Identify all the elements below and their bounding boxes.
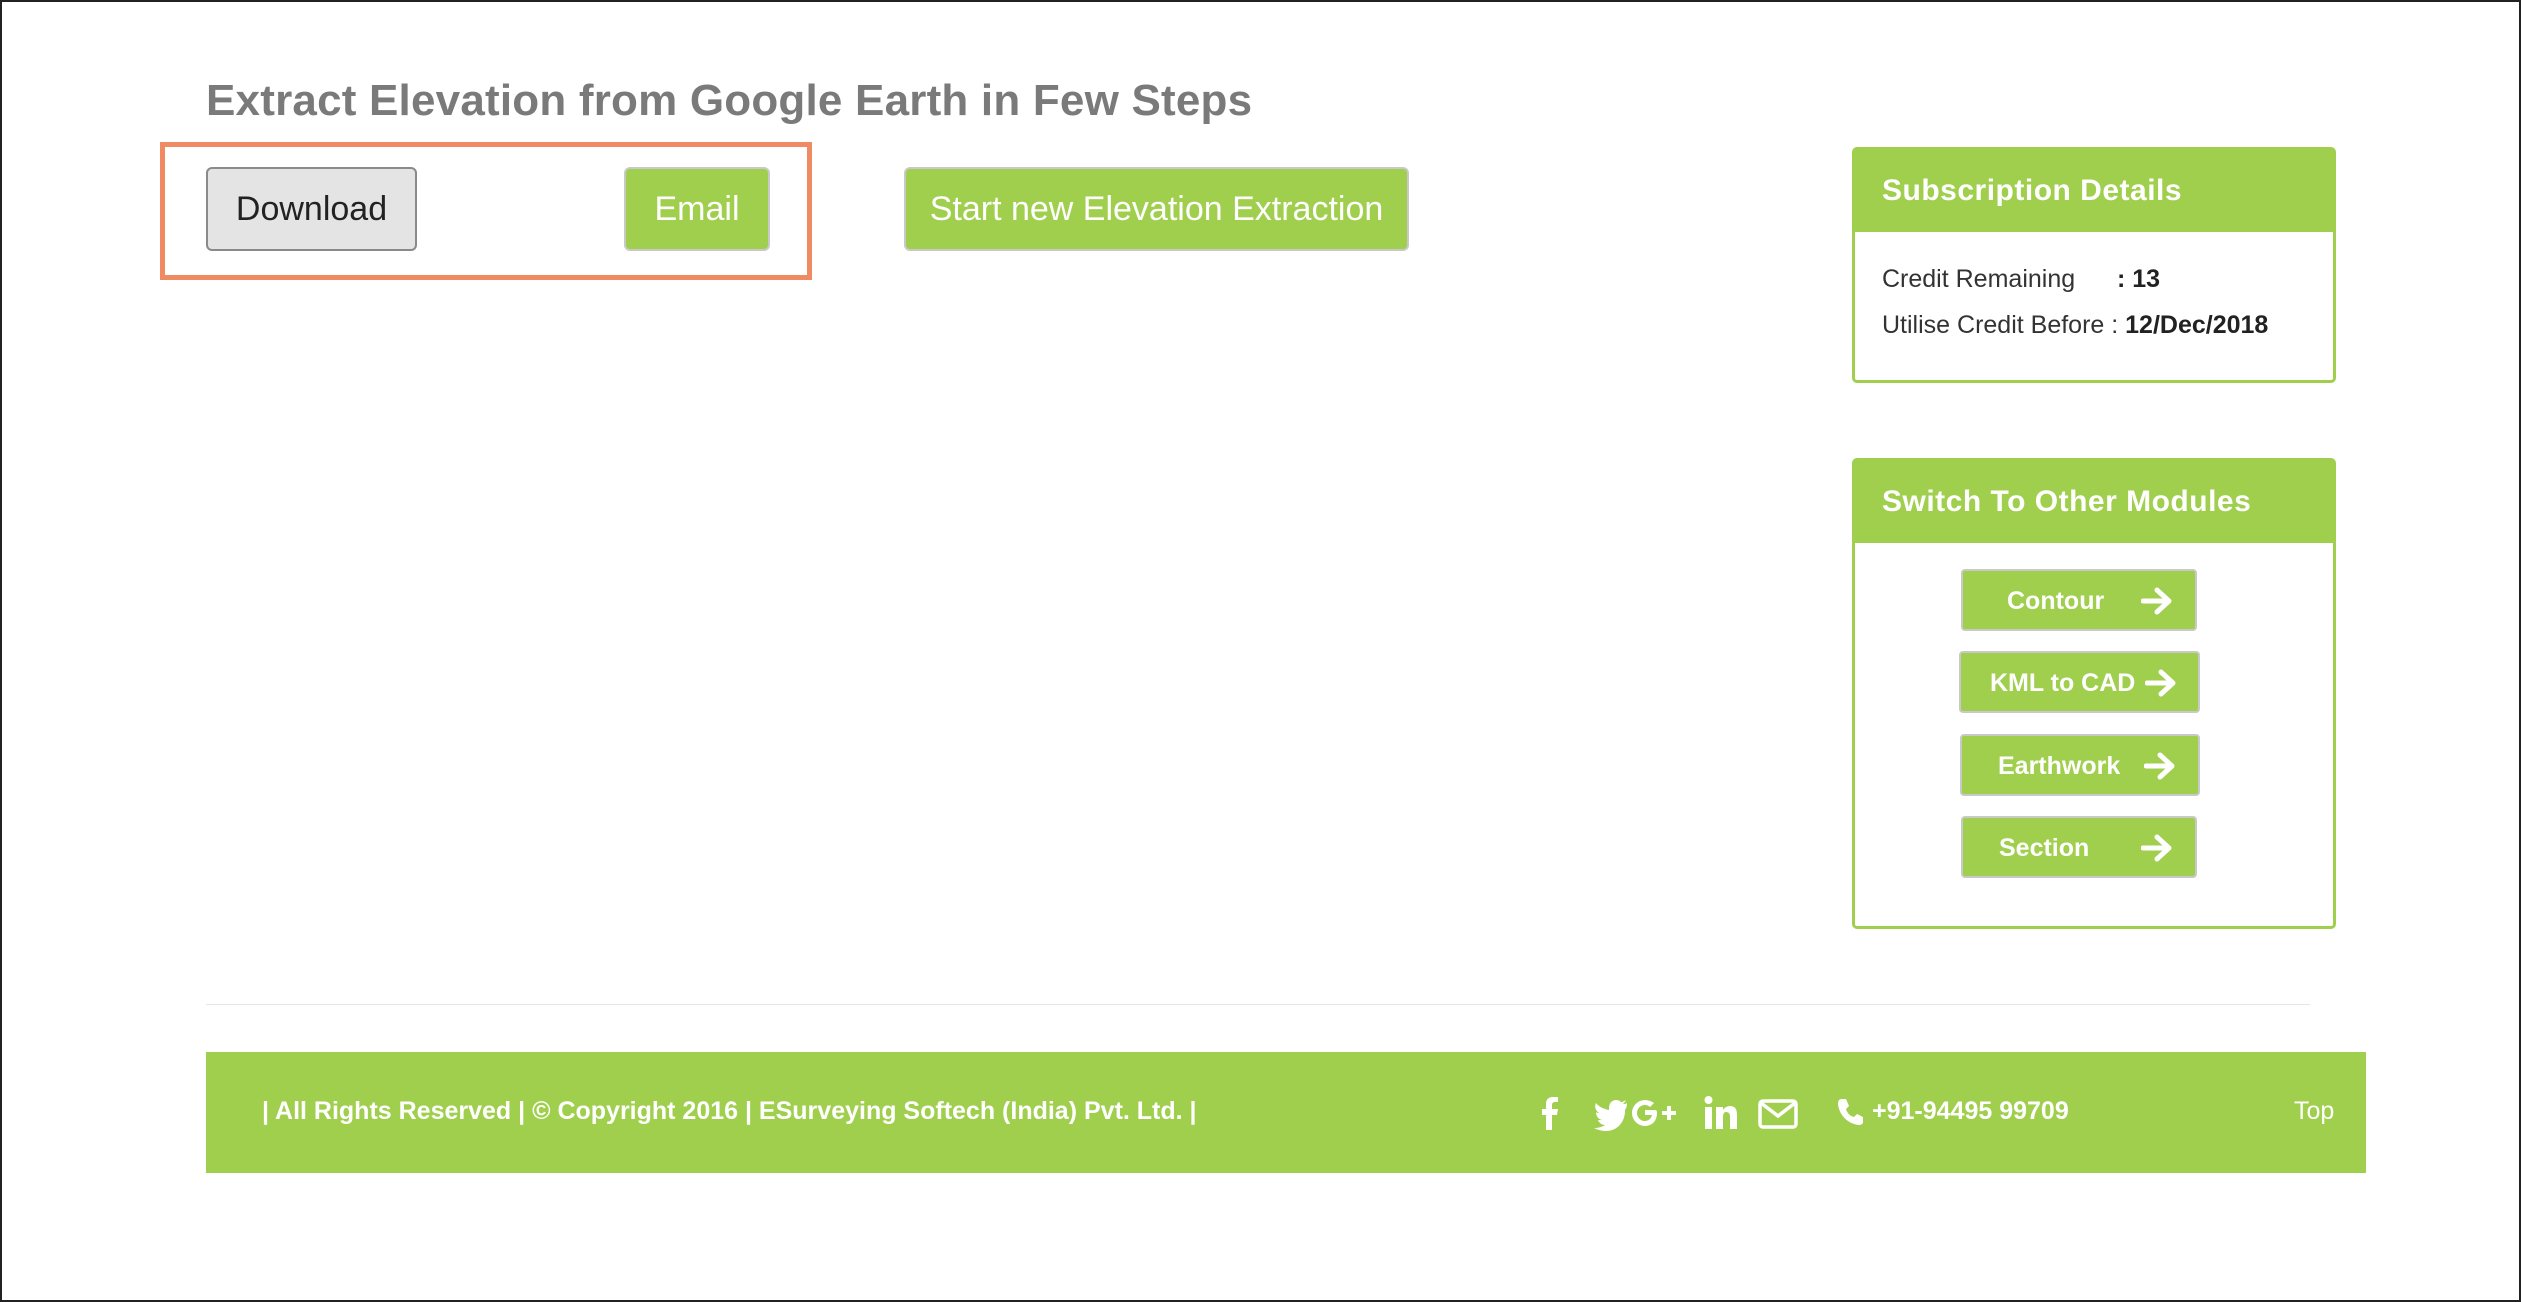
earthwork-module-label: Earthwork [1998, 752, 2121, 780]
content-divider [206, 1004, 2310, 1005]
contour-module-button[interactable]: Contour [1961, 569, 2197, 631]
linkedin-icon[interactable] [1702, 1094, 1740, 1132]
subscription-panel: Subscription Details Credit Remaining : 1… [1852, 147, 2336, 383]
phone-icon [1838, 1099, 1863, 1125]
kml-to-cad-module-label: KML to CAD [1990, 669, 2136, 697]
kml-to-cad-module-button[interactable]: KML to CAD [1959, 651, 2200, 713]
download-button[interactable]: Download [206, 167, 417, 251]
earthwork-module-button[interactable]: Earthwork [1960, 734, 2200, 796]
modules-panel-header: Switch To Other Modules [1855, 461, 2333, 543]
utilise-before-label: Utilise Credit Before : [1882, 311, 2119, 339]
back-to-top-link[interactable]: Top [2294, 1097, 2334, 1126]
section-module-label: Section [1999, 834, 2090, 862]
email-button[interactable]: Email [624, 167, 770, 251]
section-module-button[interactable]: Section [1961, 816, 2197, 878]
arrow-right-icon [2141, 587, 2172, 615]
utilise-before-value: 12/Dec/2018 [2125, 311, 2269, 339]
arrow-right-icon [2144, 752, 2175, 780]
subscription-panel-header: Subscription Details [1855, 150, 2333, 232]
credit-remaining-row: Credit Remaining : 13 [1882, 265, 2160, 294]
twitter-icon[interactable] [1592, 1094, 1630, 1132]
google-plus-icon[interactable] [1631, 1094, 1681, 1132]
contour-module-label: Contour [2007, 587, 2105, 615]
arrow-right-icon [2141, 834, 2172, 862]
modules-panel: Switch To Other Modules Contour KML to C… [1852, 458, 2336, 929]
facebook-icon[interactable] [1531, 1094, 1569, 1132]
start-new-extraction-button[interactable]: Start new Elevation Extraction [904, 167, 1409, 251]
page-frame: Extract Elevation from Google Earth in F… [0, 0, 2521, 1302]
credit-remaining-value: : 13 [2117, 265, 2161, 293]
footer: | All Rights Reserved | © Copyright 2016… [206, 1052, 2366, 1173]
credit-remaining-label: Credit Remaining [1882, 265, 2076, 293]
utilise-before-row: Utilise Credit Before : 12/Dec/2018 [1882, 311, 2268, 340]
phone-number: +91-94495 99709 [1872, 1097, 2069, 1125]
email-icon[interactable] [1758, 1094, 1798, 1132]
page-title: Extract Elevation from Google Earth in F… [206, 76, 1253, 125]
copyright-text: | All Rights Reserved | © Copyright 2016… [262, 1097, 1197, 1125]
arrow-right-icon [2145, 669, 2176, 697]
